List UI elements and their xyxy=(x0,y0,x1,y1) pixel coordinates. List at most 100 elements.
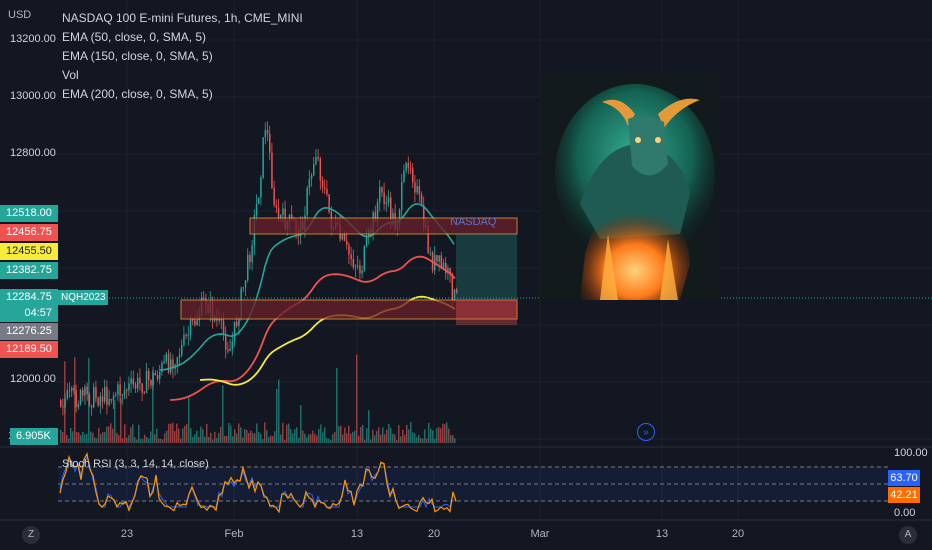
candle-body xyxy=(196,320,198,326)
volume-bar xyxy=(216,438,218,443)
volume-bar xyxy=(422,438,424,443)
indicator-ema50[interactable]: EMA (50, close, 0, SMA, 5) xyxy=(62,28,303,47)
indicator-ema200[interactable]: EMA (200, close, 0, SMA, 5) xyxy=(62,85,303,104)
candle-body xyxy=(137,377,139,389)
candle-body xyxy=(359,265,361,274)
symbol-title[interactable]: NASDAQ 100 E-mini Futures, 1h, CME_MINI xyxy=(62,9,303,28)
candle-body xyxy=(361,270,363,274)
candle-body xyxy=(238,319,240,326)
volume-bar xyxy=(148,438,150,443)
volume-bar xyxy=(256,423,258,443)
long-stop-zone xyxy=(456,300,517,325)
candle-body xyxy=(115,394,117,396)
stoch-k-value: 63.70 xyxy=(888,470,920,486)
volume-bar xyxy=(140,439,142,443)
candle-body xyxy=(233,321,236,342)
candle-body xyxy=(317,156,319,159)
volume-bar xyxy=(366,428,368,443)
price-tag-zone: 12189.50 xyxy=(0,341,58,358)
volume-bar xyxy=(188,397,190,443)
candle-body xyxy=(343,234,346,241)
volume-bar xyxy=(72,431,74,443)
volume-bar xyxy=(234,429,236,443)
volume-bar xyxy=(320,424,322,443)
volume-bar xyxy=(164,433,166,443)
volume-bar xyxy=(330,439,332,443)
stoch-rsi-title[interactable]: Stoch RSI (3, 3, 14, 14, close) xyxy=(62,458,209,470)
volume-bar xyxy=(202,429,204,443)
candle-body xyxy=(420,194,423,206)
volume-bar xyxy=(306,437,308,443)
volume-bar xyxy=(250,430,252,443)
volume-bar xyxy=(296,427,298,443)
volume-bar xyxy=(122,438,124,443)
volume-bar xyxy=(356,354,358,443)
volume-bar xyxy=(324,427,326,443)
volume-bar xyxy=(432,430,434,443)
volume-bar xyxy=(328,438,330,443)
volume-bar xyxy=(292,433,294,443)
volume-bar xyxy=(270,435,272,443)
price-tag-last: 12284.75 xyxy=(0,289,58,306)
candle-body xyxy=(77,404,80,408)
volume-bar xyxy=(368,410,370,443)
auto-scale-button[interactable]: A xyxy=(899,526,917,544)
indicator-vol[interactable]: Vol xyxy=(62,66,303,85)
candle-body xyxy=(134,384,137,389)
volume-bar xyxy=(386,429,388,443)
volume-bar xyxy=(116,432,118,443)
candle-body xyxy=(453,289,456,301)
volume-bar xyxy=(180,438,182,443)
volume-bar xyxy=(352,431,354,443)
volume-bar xyxy=(110,423,112,443)
candle-body xyxy=(150,380,152,386)
candle-body xyxy=(90,405,93,408)
time-label: Mar xyxy=(530,528,550,540)
candle-body xyxy=(183,334,185,345)
long-target-zone xyxy=(456,234,517,300)
candle-body xyxy=(313,164,315,176)
volume-bar xyxy=(408,429,410,443)
candle-body xyxy=(319,158,322,181)
fast-forward-icon[interactable]: » xyxy=(637,423,655,441)
candle-body xyxy=(306,188,308,216)
candle-body xyxy=(414,182,416,193)
zoom-button[interactable]: Z xyxy=(22,526,40,544)
candle-body xyxy=(227,349,229,352)
volume-bar xyxy=(372,429,374,443)
volume-bar xyxy=(156,428,158,443)
candle-body xyxy=(123,389,126,395)
volume-bar xyxy=(316,435,318,443)
volume-bar xyxy=(124,424,126,443)
volume-bar xyxy=(262,439,264,443)
candle-body xyxy=(341,234,344,240)
volume-bar xyxy=(414,433,416,443)
volume-bar xyxy=(214,431,216,443)
volume-bar xyxy=(308,434,310,443)
volume-bar xyxy=(390,427,392,443)
volume-bar xyxy=(334,432,336,443)
volume-bar xyxy=(312,430,314,443)
volume-bar xyxy=(332,434,334,443)
volume-bar xyxy=(128,435,130,443)
candle-body xyxy=(132,378,135,385)
volume-bar xyxy=(132,424,134,443)
volume-bar xyxy=(184,425,186,443)
volume-bar xyxy=(354,430,356,443)
candle-body xyxy=(310,175,313,179)
volume-bar xyxy=(348,425,350,443)
candle-body xyxy=(275,205,278,208)
candle-body xyxy=(145,370,148,393)
volume-bar xyxy=(294,429,296,443)
volume-bar xyxy=(264,422,266,443)
volume-bar xyxy=(146,437,148,443)
candle-body xyxy=(383,192,385,204)
volume-bar xyxy=(170,423,172,443)
volume-bar xyxy=(208,437,210,443)
indicator-ema150[interactable]: EMA (150, close, 0, SMA, 5) xyxy=(62,47,303,66)
volume-bar xyxy=(346,433,348,443)
volume-bar xyxy=(102,432,104,443)
volume-bar xyxy=(158,438,160,443)
stoch-d-value: 42.21 xyxy=(888,487,920,503)
candle-body xyxy=(181,344,183,356)
